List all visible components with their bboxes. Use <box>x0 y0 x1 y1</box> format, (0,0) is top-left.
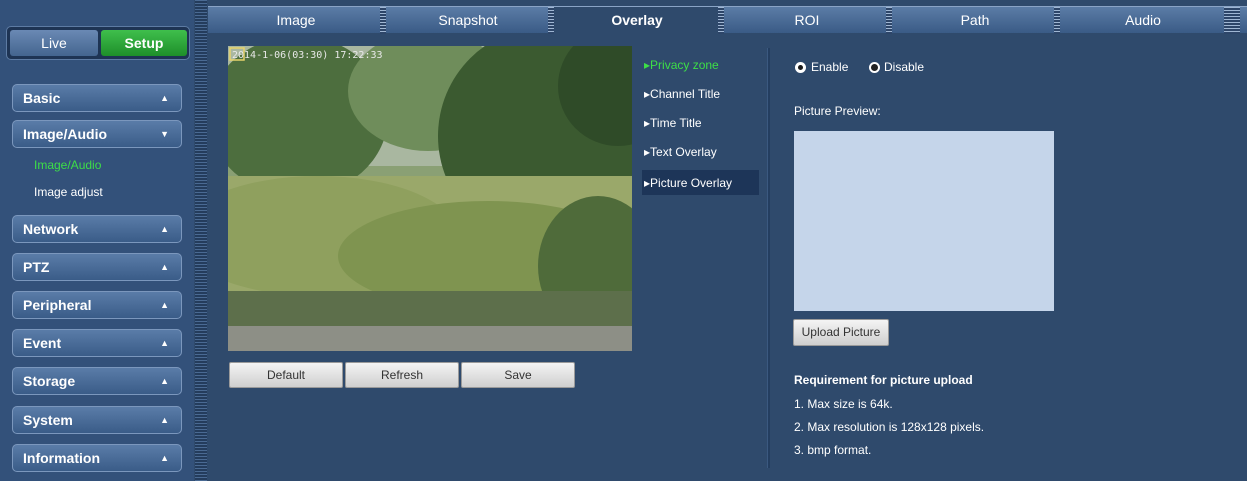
setup-button[interactable]: Setup <box>101 30 187 56</box>
disable-radio[interactable] <box>869 62 880 73</box>
menu-information[interactable]: Information ▲ <box>12 444 182 472</box>
submenu-image-adjust[interactable]: Image adjust <box>34 185 103 199</box>
chevron-up-icon: ▲ <box>160 300 169 310</box>
tab-image[interactable]: Image <box>208 7 384 34</box>
menu-image-audio[interactable]: Image/Audio ▼ <box>12 120 182 148</box>
menu-label: Basic <box>23 90 61 106</box>
refresh-button[interactable]: Refresh <box>345 362 459 388</box>
menu-label: Event <box>23 335 62 351</box>
chevron-up-icon: ▲ <box>160 224 169 234</box>
menu-label: Storage <box>23 373 76 389</box>
overlay-item-channel-title[interactable]: ▸Channel Title <box>644 87 720 101</box>
requirement-item: 3. bmp format. <box>794 443 872 457</box>
sidebar-divider-stripe[interactable] <box>195 0 207 481</box>
picture-preview-box <box>794 131 1054 311</box>
menu-label: Image/Audio <box>23 126 108 142</box>
chevron-down-icon: ▼ <box>160 129 169 139</box>
vertical-divider <box>767 48 770 468</box>
menu-label: Peripheral <box>23 297 92 313</box>
requirement-title: Requirement for picture upload <box>794 373 973 387</box>
tab-roi[interactable]: ROI <box>724 7 890 34</box>
chevron-up-icon: ▲ <box>160 415 169 425</box>
tab-overlay[interactable]: Overlay <box>554 7 720 34</box>
menu-label: PTZ <box>23 259 50 275</box>
video-frame <box>228 46 632 351</box>
live-button[interactable]: Live <box>10 30 98 56</box>
menu-ptz[interactable]: PTZ ▲ <box>12 253 182 281</box>
video-preview: 2014-1-06(03:30) 17:22:33 <box>228 46 632 351</box>
upload-picture-button[interactable]: Upload Picture <box>793 319 889 346</box>
tab-snapshot[interactable]: Snapshot <box>386 7 550 34</box>
mode-switch: Live Setup <box>6 26 190 60</box>
chevron-up-icon: ▲ <box>160 93 169 103</box>
overlay-item-text-overlay[interactable]: ▸Text Overlay <box>644 145 717 159</box>
video-timestamp: 2014-1-06(03:30) 17:22:33 <box>232 50 383 61</box>
tab-path[interactable]: Path <box>892 7 1058 34</box>
tab-audio[interactable]: Audio <box>1060 7 1226 34</box>
menu-event[interactable]: Event ▲ <box>12 329 182 357</box>
submenu-image-audio[interactable]: Image/Audio <box>34 158 101 172</box>
tab-bar-end-stripe <box>1224 7 1240 34</box>
disable-label: Disable <box>884 60 925 74</box>
chevron-up-icon: ▲ <box>160 338 169 348</box>
overlay-item-time-title[interactable]: ▸Time Title <box>644 116 702 130</box>
enable-radio[interactable] <box>795 62 806 73</box>
save-button[interactable]: Save <box>461 362 575 388</box>
chevron-up-icon: ▲ <box>160 453 169 463</box>
app-window: Live Setup Basic ▲ Image/Audio ▼ Image/A… <box>0 0 1247 481</box>
overlay-item-privacy-zone[interactable]: ▸Privacy zone <box>644 58 719 72</box>
requirement-item: 1. Max size is 64k. <box>794 397 893 411</box>
chevron-up-icon: ▲ <box>160 262 169 272</box>
picture-preview-label: Picture Preview: <box>794 104 881 118</box>
menu-peripheral[interactable]: Peripheral ▲ <box>12 291 182 319</box>
tab-bar: Image Snapshot Overlay ROI Path Audio <box>208 6 1247 34</box>
chevron-up-icon: ▲ <box>160 376 169 386</box>
enable-label: Enable <box>811 60 849 74</box>
menu-basic[interactable]: Basic ▲ <box>12 84 182 112</box>
sidebar: Live Setup Basic ▲ Image/Audio ▼ Image/A… <box>0 0 194 481</box>
menu-storage[interactable]: Storage ▲ <box>12 367 182 395</box>
menu-label: System <box>23 412 73 428</box>
default-button[interactable]: Default <box>229 362 343 388</box>
menu-network[interactable]: Network ▲ <box>12 215 182 243</box>
menu-label: Information <box>23 450 100 466</box>
menu-system[interactable]: System ▲ <box>12 406 182 434</box>
requirement-item: 2. Max resolution is 128x128 pixels. <box>794 420 985 434</box>
menu-label: Network <box>23 221 79 237</box>
overlay-item-picture-overlay[interactable]: ▸Picture Overlay <box>644 176 732 190</box>
